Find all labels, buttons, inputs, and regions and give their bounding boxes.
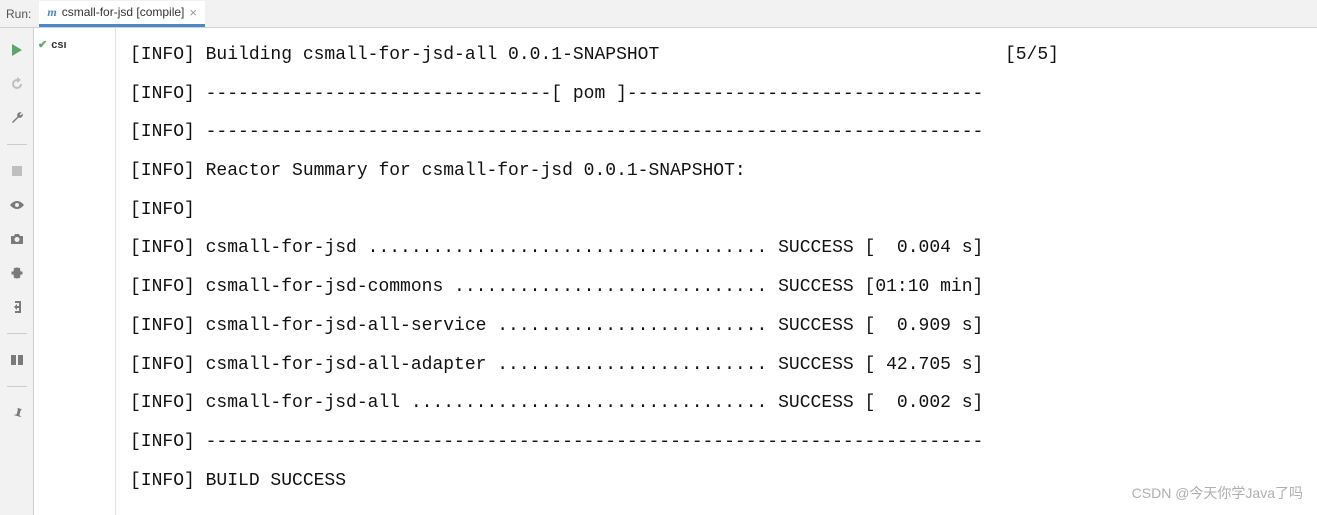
- run-label: Run:: [6, 7, 39, 21]
- console-line: [INFO] BUILD SUCCESS: [130, 462, 1303, 501]
- console-line: [INFO] csmall-for-jsd-commons ..........…: [130, 268, 1303, 307]
- console-line: [INFO] csmall-for-jsd-all ..............…: [130, 384, 1303, 423]
- close-icon[interactable]: ×: [189, 5, 197, 20]
- layout-icon[interactable]: [7, 350, 27, 370]
- rerun-icon[interactable]: [7, 74, 27, 94]
- eye-icon[interactable]: [7, 195, 27, 215]
- console-line: [INFO] Reactor Summary for csmall-for-js…: [130, 152, 1303, 191]
- toolbar-separator: [7, 386, 27, 387]
- run-tab[interactable]: m csmall-for-jsd [compile] ×: [39, 1, 205, 27]
- run-panel-header: Run: m csmall-for-jsd [compile] ×: [0, 0, 1317, 28]
- run-body: ✔ csı [INFO] Building csmall-for-jsd-all…: [0, 28, 1317, 515]
- run-icon[interactable]: [7, 40, 27, 60]
- console-line: [INFO] csmall-for-jsd-all-service ......…: [130, 307, 1303, 346]
- console-output[interactable]: [INFO] Building csmall-for-jsd-all 0.0.1…: [116, 28, 1317, 515]
- toolbar-separator: [7, 144, 27, 145]
- console-line: [INFO] Building csmall-for-jsd-all 0.0.1…: [130, 36, 1303, 75]
- tree-item-label: csı: [51, 39, 66, 51]
- maven-icon: m: [47, 5, 56, 20]
- console-line: [INFO] ---------------------------------…: [130, 423, 1303, 462]
- console-line: [INFO] csmall-for-jsd-all-adapter ......…: [130, 346, 1303, 385]
- wrench-icon[interactable]: [7, 108, 27, 128]
- exit-icon[interactable]: [7, 297, 27, 317]
- run-toolbar: [0, 28, 34, 515]
- camera-icon[interactable]: [7, 229, 27, 249]
- stop-icon[interactable]: [7, 161, 27, 181]
- console-line: [INFO]: [130, 191, 1303, 230]
- bug-icon[interactable]: [7, 263, 27, 283]
- console-line: [INFO] csmall-for-jsd ..................…: [130, 229, 1303, 268]
- tree-item[interactable]: ✔ csı: [34, 36, 115, 53]
- console-line: [INFO] --------------------------------[…: [130, 75, 1303, 114]
- pin-icon[interactable]: [7, 403, 27, 423]
- console-line: [INFO] ---------------------------------…: [130, 113, 1303, 152]
- run-tree: ✔ csı: [34, 28, 116, 515]
- success-icon: ✔: [38, 38, 47, 51]
- run-tab-label: csmall-for-jsd [compile]: [62, 5, 185, 19]
- toolbar-separator: [7, 333, 27, 334]
